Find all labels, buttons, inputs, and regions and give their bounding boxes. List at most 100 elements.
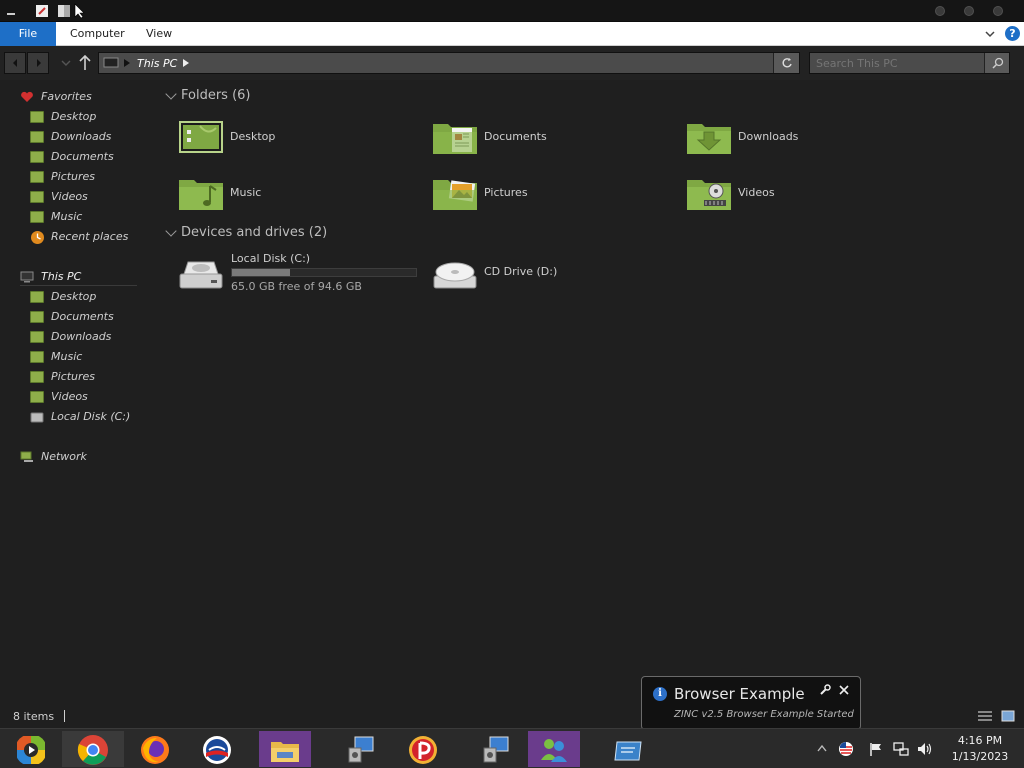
search-box[interactable] [809, 52, 1010, 74]
sidebar-item-fav-documents[interactable]: Documents [30, 148, 140, 166]
sidebar-item-pc-downloads[interactable]: Downloads [30, 328, 140, 346]
collapse-devices-icon[interactable] [165, 225, 177, 237]
new-folder-icon[interactable] [56, 3, 72, 19]
sidebar-network-label: Network [41, 450, 87, 463]
ribbon-tabs: File Computer View ? [0, 22, 1024, 46]
drive-tile-cd-drive[interactable]: CD Drive (D:) [432, 252, 672, 296]
sidebar-this-pc-label: This PC [41, 270, 82, 283]
sidebar-item-local-disk[interactable]: Local Disk (C:) [30, 408, 140, 426]
sidebar-item-fav-desktop[interactable]: Desktop [30, 108, 140, 126]
back-button[interactable] [4, 52, 26, 74]
close-button[interactable] [993, 6, 1003, 16]
sidebar-item-fav-downloads[interactable]: Downloads [30, 128, 140, 146]
volume-icon[interactable] [917, 741, 933, 757]
tab-file[interactable]: File [0, 22, 56, 46]
sidebar-item-fav-music[interactable]: Music [30, 208, 140, 226]
taskbar-file-explorer[interactable] [259, 731, 311, 767]
forward-button[interactable] [27, 52, 49, 74]
sidebar-favorites[interactable]: Favorites [20, 88, 140, 106]
sidebar-item-pc-documents[interactable]: Documents [30, 308, 140, 326]
content-pane: Folders (6) Desktop Documents Downloads … [160, 80, 1024, 700]
collapse-folders-icon[interactable] [165, 88, 177, 100]
drive-name: CD Drive (D:) [484, 265, 558, 278]
navigation-bar: This PC [0, 46, 1024, 80]
desktop-folder-icon [30, 111, 44, 123]
tab-computer[interactable]: Computer [56, 22, 139, 46]
sidebar-item-pc-pictures[interactable]: Pictures [30, 368, 140, 386]
sidebar-item-label: Local Disk (C:) [51, 410, 131, 423]
sidebar-item-pc-videos[interactable]: Videos [30, 388, 140, 406]
sidebar-item-fav-videos[interactable]: Videos [30, 188, 140, 206]
sidebar-item-fav-pictures[interactable]: Pictures [30, 168, 140, 186]
drive-usage-fill [232, 269, 290, 276]
sidebar-item-pc-desktop[interactable]: Desktop [30, 288, 140, 306]
taskbar-obama-app[interactable] [186, 731, 248, 767]
clock[interactable]: 4:16 PM 1/13/2023 [940, 731, 1020, 767]
settings-wrench-icon[interactable] [819, 684, 831, 696]
search-icon [992, 57, 1004, 69]
sidebar-this-pc[interactable]: This PC [20, 268, 137, 286]
tab-view[interactable]: View [132, 22, 186, 46]
chrome-icon [77, 735, 108, 765]
desktop-folder-icon [179, 121, 223, 153]
drive-tile-local-disk[interactable]: Local Disk (C:) 65.0 GB free of 94.6 GB [178, 252, 420, 296]
taskbar-messenger[interactable] [528, 731, 580, 767]
sidebar-item-label: Videos [51, 190, 88, 203]
breadcrumb-chevron-icon[interactable] [183, 59, 189, 67]
devices-group-header[interactable]: Devices and drives (2) [181, 225, 327, 240]
help-icon[interactable]: ? [1005, 26, 1020, 41]
downloads-folder-icon [30, 331, 44, 343]
search-input[interactable] [816, 55, 981, 71]
recent-locations-icon[interactable] [60, 58, 72, 68]
taskbar-network-setup[interactable] [330, 731, 392, 767]
taskbar-window-app[interactable] [598, 731, 660, 767]
search-button[interactable] [984, 53, 1009, 73]
sidebar-network[interactable]: Network [20, 448, 130, 466]
explorer-window: File Computer View ? This PC Search This… [0, 0, 1024, 768]
action-center-flag-icon[interactable] [868, 741, 884, 757]
breadcrumb-this-pc[interactable]: This PC [137, 57, 177, 70]
chevron-down-icon[interactable] [984, 28, 996, 40]
refresh-icon [782, 58, 792, 68]
folder-tile-desktop[interactable]: Desktop [178, 118, 418, 162]
show-hidden-icons-icon[interactable] [817, 744, 827, 752]
properties-icon[interactable] [34, 3, 50, 19]
taskbar-chrome[interactable] [62, 731, 124, 767]
folder-tile-music[interactable]: Music [178, 174, 418, 218]
firefox-icon [141, 736, 169, 764]
taskbar-firefox[interactable] [124, 731, 186, 767]
folder-tile-downloads[interactable]: Downloads [686, 118, 926, 162]
folder-tile-pictures[interactable]: Pictures [432, 174, 672, 218]
refresh-button[interactable] [773, 53, 799, 73]
notification-balloon[interactable]: i Browser Example ZINC v2.5 Browser Exam… [641, 676, 861, 730]
recent-places-icon [31, 231, 44, 244]
videos-folder-icon [30, 391, 44, 403]
network-tray-icon[interactable] [893, 741, 909, 757]
taskbar-pinterest-app[interactable] [392, 731, 454, 767]
close-icon[interactable] [839, 685, 849, 695]
app-menu-icon[interactable] [4, 3, 20, 19]
folder-label: Downloads [738, 130, 799, 143]
documents-folder-icon [30, 311, 44, 323]
folder-tile-videos[interactable]: Videos [686, 174, 926, 218]
us-flag-tray-icon[interactable] [838, 741, 854, 757]
documents-folder-icon [30, 151, 44, 163]
folder-tile-documents[interactable]: Documents [432, 118, 672, 162]
folders-group-header[interactable]: Folders (6) [181, 88, 251, 103]
address-bar[interactable]: This PC [98, 52, 800, 74]
maximize-button[interactable] [964, 6, 974, 16]
taskbar-windows-media[interactable] [0, 731, 62, 767]
large-icons-view-icon[interactable] [1001, 710, 1015, 722]
cd-drive-icon [433, 262, 477, 289]
sidebar-item-recent-places[interactable]: Recent places [30, 228, 140, 246]
sidebar-item-pc-music[interactable]: Music [30, 348, 140, 366]
videos-folder-icon [687, 180, 731, 210]
taskbar-network-setup-2[interactable] [465, 731, 527, 767]
drive-usage-bar [231, 268, 417, 277]
details-view-icon[interactable] [978, 710, 992, 722]
up-arrow-icon[interactable] [78, 55, 92, 71]
network-setup-icon [348, 736, 374, 763]
notification-title: Browser Example [674, 685, 805, 703]
minimize-button[interactable] [935, 6, 945, 16]
this-pc-icon [103, 57, 119, 68]
